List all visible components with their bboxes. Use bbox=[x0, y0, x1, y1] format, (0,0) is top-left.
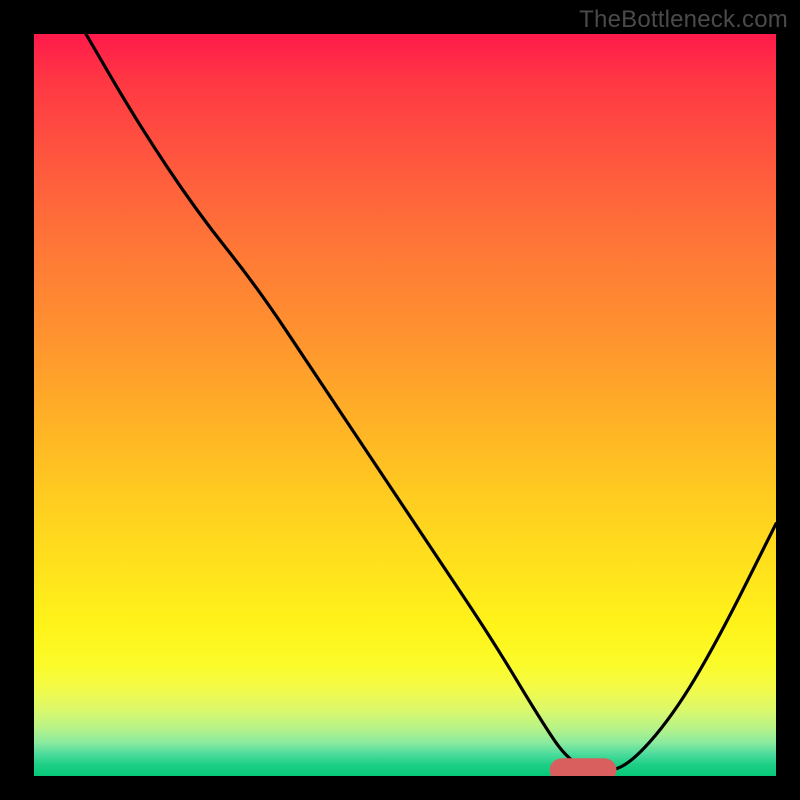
watermark-text: TheBottleneck.com bbox=[579, 6, 788, 34]
optimal-marker bbox=[553, 762, 612, 776]
bottleneck-curve bbox=[86, 34, 776, 771]
chart-svg bbox=[34, 34, 776, 776]
chart-plot-area bbox=[34, 34, 776, 776]
